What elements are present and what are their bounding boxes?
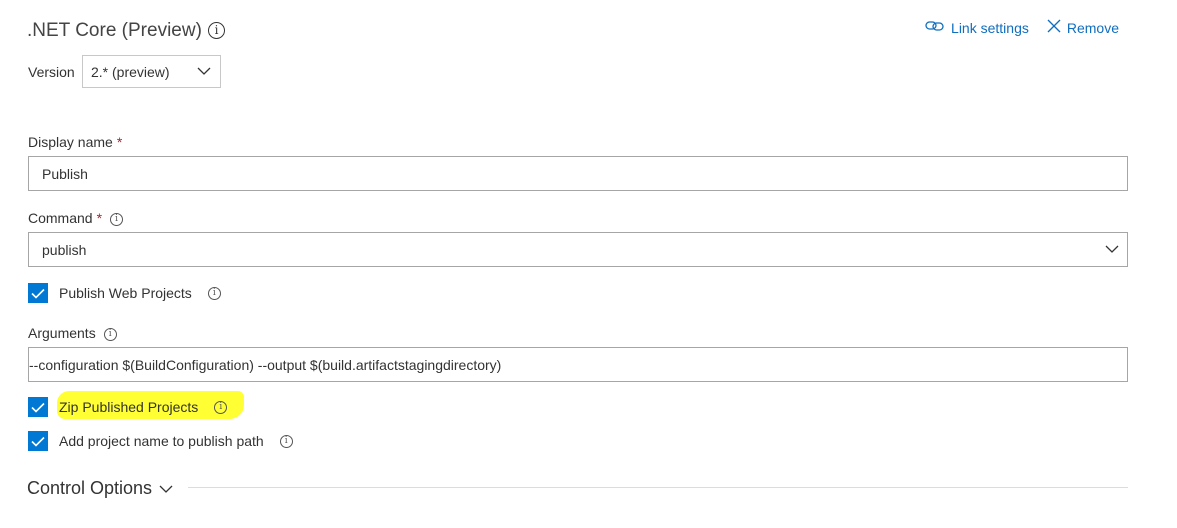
add-project-name-label: Add project name to publish path	[59, 433, 264, 449]
zip-published-projects-checkbox[interactable]	[28, 397, 48, 417]
remove-button[interactable]: Remove	[1047, 19, 1119, 36]
required-mark: *	[96, 210, 103, 226]
checkmark-icon	[31, 288, 45, 299]
info-icon[interactable]: i	[103, 327, 117, 341]
add-project-name-checkbox[interactable]	[28, 431, 48, 451]
arguments-value: --configuration $(BuildConfiguration) --…	[29, 356, 502, 373]
add-project-name-row: Add project name to publish path i	[28, 431, 293, 451]
checkmark-icon	[31, 436, 45, 447]
version-label: Version	[28, 64, 75, 80]
display-name-label: Display name *	[28, 134, 122, 150]
zip-published-projects-row: Zip Published Projects i	[28, 397, 228, 417]
info-icon[interactable]: i	[207, 286, 221, 300]
checkmark-icon	[31, 402, 45, 413]
required-mark: *	[116, 134, 123, 150]
task-title: .NET Core (Preview)	[27, 20, 202, 41]
version-dropdown[interactable]: 2.* (preview)	[82, 55, 221, 88]
arguments-label: Arguments i	[28, 325, 117, 341]
command-label: Command * i	[28, 210, 124, 226]
publish-web-projects-checkbox[interactable]	[28, 283, 48, 303]
info-icon[interactable]: i	[208, 22, 225, 39]
display-name-input[interactable]: Publish	[28, 156, 1128, 191]
version-value: 2.* (preview)	[91, 63, 170, 80]
display-name-label-text: Display name	[28, 134, 113, 150]
control-options-toggle[interactable]: Control Options	[27, 478, 173, 499]
publish-web-projects-label: Publish Web Projects	[59, 285, 192, 301]
control-options-label: Control Options	[27, 478, 153, 498]
header-actions: Link settings Remove	[925, 19, 1119, 36]
chevron-down-icon	[159, 478, 173, 499]
zip-published-projects-label: Zip Published Projects	[59, 399, 199, 415]
info-icon[interactable]: i	[110, 212, 124, 226]
arguments-input[interactable]: --configuration $(BuildConfiguration) --…	[28, 347, 1128, 382]
info-icon[interactable]: i	[279, 434, 293, 448]
command-label-text: Command	[28, 210, 93, 226]
command-dropdown[interactable]: publish	[28, 232, 1128, 267]
arguments-label-text: Arguments	[28, 325, 96, 341]
link-settings-label: Link settings	[951, 19, 1029, 36]
section-divider	[188, 487, 1128, 488]
remove-label: Remove	[1066, 19, 1119, 36]
close-icon	[1047, 19, 1061, 36]
publish-web-projects-row: Publish Web Projects i	[28, 283, 221, 303]
display-name-value: Publish	[42, 165, 88, 182]
info-icon[interactable]: i	[214, 400, 228, 414]
link-icon	[925, 19, 945, 36]
command-value: publish	[42, 241, 87, 258]
link-settings-button[interactable]: Link settings	[925, 19, 1029, 36]
